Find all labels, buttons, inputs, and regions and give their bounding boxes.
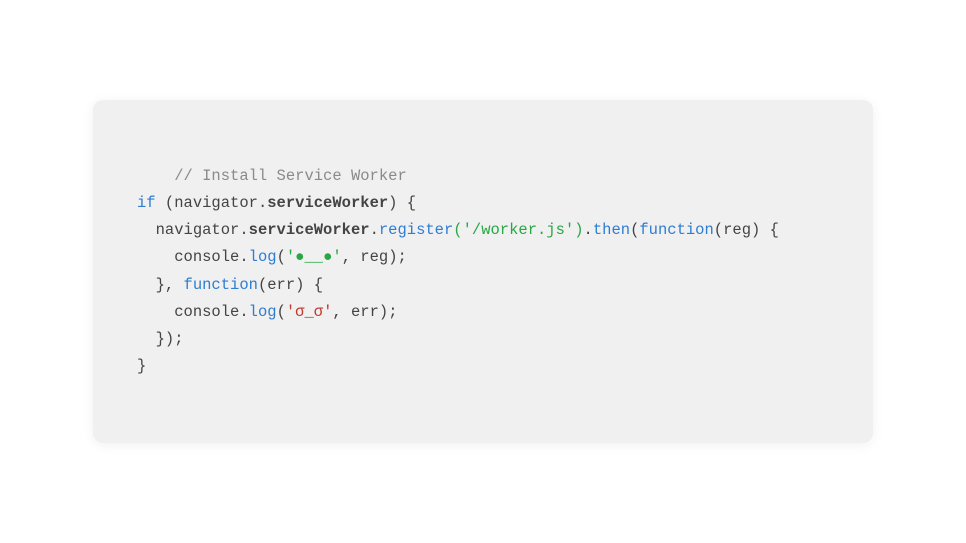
dot-1: . <box>258 194 267 212</box>
emoji-string-2: 'σ_σ' <box>286 303 333 321</box>
close-if: } <box>137 357 146 375</box>
keyword-function-2: function <box>184 276 258 294</box>
function-2-arg: (err) { <box>258 276 323 294</box>
close-then: }); <box>156 330 184 348</box>
then-method: then <box>593 221 630 239</box>
log-method-1: log <box>249 248 277 266</box>
then-separator: }, <box>156 276 184 294</box>
console-2: console <box>174 303 239 321</box>
service-worker-prop-2: serviceWorker <box>249 221 370 239</box>
code-card: // Install Service Worker if (navigator.… <box>93 100 873 443</box>
service-worker-prop-1: serviceWorker <box>267 194 388 212</box>
code-block: // Install Service Worker if (navigator.… <box>137 136 829 407</box>
if-close: ) { <box>388 194 416 212</box>
register-method: register <box>379 221 453 239</box>
paren-open: ( <box>156 194 175 212</box>
dot-2: . <box>239 221 248 239</box>
dot-6: . <box>239 303 248 321</box>
comment-line: // Install Service Worker <box>174 167 407 185</box>
path-string: ('/worker.js') <box>453 221 583 239</box>
keyword-function-1: function <box>639 221 713 239</box>
emoji-string-1: '●__●' <box>286 248 342 266</box>
log-method-2: log <box>249 303 277 321</box>
log-2-args: , err); <box>332 303 397 321</box>
dot-4: . <box>584 221 593 239</box>
log-1-paren: ( <box>277 248 286 266</box>
dot-5: . <box>239 248 248 266</box>
keyword-if: if <box>137 194 156 212</box>
navigator-1: navigator <box>174 194 258 212</box>
function-1-arg: (reg) { <box>714 221 779 239</box>
log-2-paren: ( <box>277 303 286 321</box>
navigator-2: navigator <box>156 221 240 239</box>
then-paren: ( <box>630 221 639 239</box>
dot-3: . <box>370 221 379 239</box>
console-1: console <box>174 248 239 266</box>
log-1-args: , reg); <box>342 248 407 266</box>
